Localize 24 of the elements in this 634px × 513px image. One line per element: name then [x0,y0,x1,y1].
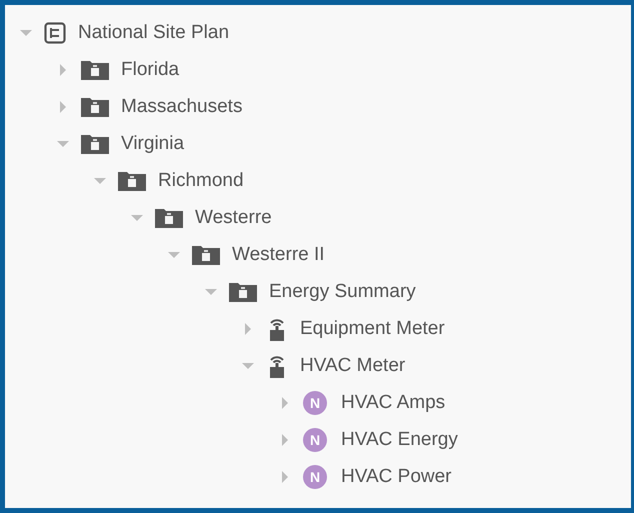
tree-item[interactable]: Equipment Meter [300,318,445,340]
tree-item[interactable]: National Site Plan [78,22,230,44]
tree-item[interactable]: HVAC Amps [341,392,446,414]
folder-icon [81,60,109,80]
folder-icon [192,244,220,264]
tree-item[interactable]: Westerre [195,206,272,228]
tree-item[interactable]: HVAC Meter [300,354,406,376]
folder-icon [118,170,146,190]
hierarchy-icon [44,22,66,44]
folder-icon [155,208,183,228]
point-badge: N [303,390,327,414]
folder-icon [81,134,109,154]
tree-item[interactable]: Richmond [158,170,244,192]
tree-item[interactable]: HVAC Power [341,466,452,488]
tree-item[interactable]: Energy Summary [269,280,416,302]
folder-icon [81,96,109,116]
point-badge: N [303,428,327,452]
tree-item[interactable]: Massachusets [121,96,242,118]
point-badge: N [303,464,327,488]
folder-icon [229,282,257,302]
tree-item[interactable]: Florida [121,58,180,80]
tree-item[interactable]: Westerre II [232,244,325,266]
tree-item[interactable]: Virginia [121,132,184,154]
tree-item[interactable]: HVAC Energy [341,428,458,450]
